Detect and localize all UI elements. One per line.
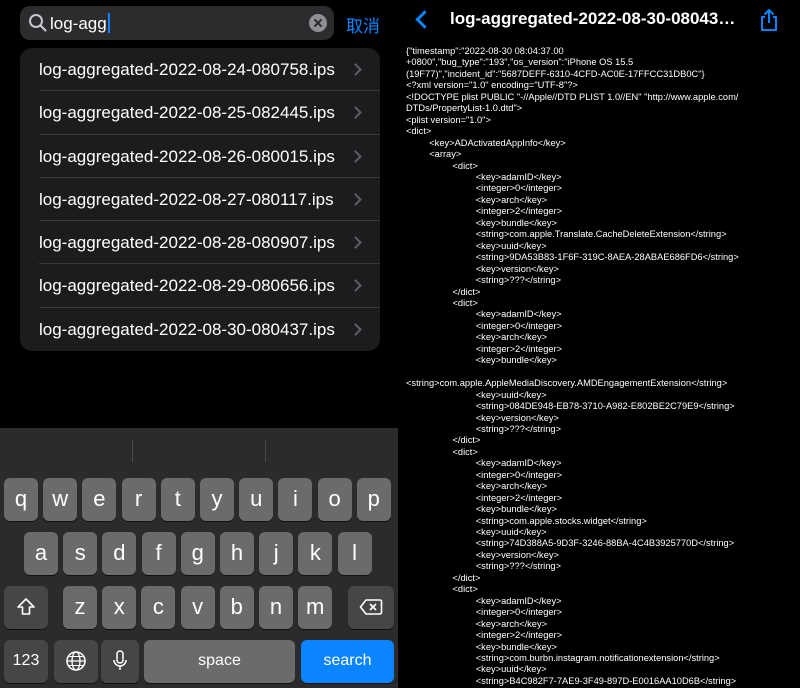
delete-backspace-icon bbox=[359, 599, 383, 615]
key-z[interactable]: z bbox=[63, 586, 97, 629]
list-item[interactable]: log-aggregated-2022-08-27-080117.ips bbox=[20, 178, 380, 222]
key-h[interactable]: h bbox=[220, 532, 254, 575]
key-n[interactable]: n bbox=[259, 586, 293, 629]
key-e[interactable]: e bbox=[82, 478, 117, 521]
key-p[interactable]: p bbox=[356, 478, 391, 521]
suggestion-divider bbox=[132, 440, 133, 462]
list-item[interactable]: log-aggregated-2022-08-24-080758.ips bbox=[20, 48, 380, 92]
chevron-right-icon bbox=[349, 193, 362, 206]
keyboard: q w e r t y u i o p a s d f g h j k l z x c v b n m 123 space search bbox=[0, 428, 398, 688]
chevron-right-icon bbox=[349, 63, 362, 76]
search-query: log-agg bbox=[50, 14, 107, 33]
key-t[interactable]: t bbox=[160, 478, 195, 521]
key-j[interactable]: j bbox=[259, 532, 294, 575]
key-c[interactable]: c bbox=[141, 586, 176, 629]
key-k[interactable]: k bbox=[298, 532, 333, 575]
key-v[interactable]: v bbox=[180, 586, 215, 629]
chevron-left-icon[interactable] bbox=[414, 11, 428, 25]
list-item-label: log-aggregated-2022-08-30-080437.ips bbox=[39, 319, 335, 339]
shift-key[interactable] bbox=[4, 586, 48, 629]
search-key[interactable]: search bbox=[301, 640, 394, 683]
key-q[interactable]: q bbox=[4, 478, 38, 521]
cancel-button[interactable]: 取消 bbox=[346, 12, 380, 37]
list-item[interactable]: log-aggregated-2022-08-28-080907.ips bbox=[20, 221, 380, 265]
dictation-key[interactable] bbox=[101, 640, 139, 683]
list-item-label: log-aggregated-2022-08-26-080015.ips bbox=[39, 146, 335, 166]
key-l[interactable]: l bbox=[337, 532, 372, 575]
list-item-label: log-aggregated-2022-08-24-080758.ips bbox=[39, 60, 335, 79]
search-field[interactable]: log-agg bbox=[20, 6, 334, 40]
chevron-right-icon bbox=[349, 236, 362, 250]
search-bar: log-agg 取消 bbox=[0, 0, 398, 46]
key-w[interactable]: w bbox=[43, 478, 78, 521]
key-s[interactable]: s bbox=[63, 532, 98, 575]
key-r[interactable]: r bbox=[121, 478, 156, 521]
key-d[interactable]: d bbox=[102, 532, 137, 575]
key-u[interactable]: u bbox=[239, 478, 274, 521]
suggestion-divider bbox=[265, 440, 266, 462]
list-item-label: log-aggregated-2022-08-25-082445.ips bbox=[39, 103, 335, 123]
chevron-right-icon bbox=[349, 322, 362, 336]
file-content: {"timestamp":"2022-08-30 08:04:37.00 +08… bbox=[406, 46, 739, 686]
list-item-label: log-aggregated-2022-08-28-080907.ips bbox=[39, 233, 335, 253]
key-b[interactable]: b bbox=[219, 586, 254, 629]
list-item[interactable]: log-aggregated-2022-08-25-082445.ips bbox=[20, 91, 380, 135]
shift-icon bbox=[17, 598, 35, 615]
list-item[interactable]: log-aggregated-2022-08-29-080656.ips bbox=[20, 264, 380, 308]
key-y[interactable]: y bbox=[200, 478, 234, 521]
microphone-icon bbox=[113, 650, 127, 670]
list-item[interactable]: log-aggregated-2022-08-26-080015.ips bbox=[20, 135, 380, 178]
clear-circle-icon[interactable] bbox=[309, 14, 327, 32]
numbers-key[interactable]: 123 bbox=[4, 640, 48, 683]
list-item-label: log-aggregated-2022-08-27-080117.ips bbox=[39, 189, 334, 209]
key-f[interactable]: f bbox=[141, 532, 176, 575]
key-g[interactable]: g bbox=[180, 532, 215, 575]
globe-icon bbox=[66, 651, 86, 671]
search-results-list: log-aggregated-2022-08-24-080758.ips log-… bbox=[20, 48, 380, 351]
key-a[interactable]: a bbox=[24, 532, 58, 575]
search-screen: log-agg 取消 log-aggregated-2022-08-24-080… bbox=[0, 0, 398, 688]
key-m[interactable]: m bbox=[298, 586, 333, 629]
magnifier-icon bbox=[29, 14, 47, 32]
list-item[interactable]: log-aggregated-2022-08-30-080437.ips bbox=[20, 308, 380, 351]
space-key[interactable]: space bbox=[144, 640, 295, 683]
chevron-right-icon bbox=[349, 149, 362, 163]
chevron-right-icon bbox=[349, 106, 362, 120]
chevron-right-icon bbox=[349, 279, 362, 293]
globe-key[interactable] bbox=[54, 640, 98, 683]
key-x[interactable]: x bbox=[102, 586, 137, 629]
delete-key[interactable] bbox=[348, 586, 394, 629]
list-item-label: log-aggregated-2022-08-29-080656.ips bbox=[39, 276, 335, 296]
key-o[interactable]: o bbox=[317, 478, 352, 521]
file-viewer: log-aggregated-2022-08-30-080437.ips {"t… bbox=[402, 0, 800, 688]
file-title: log-aggregated-2022-08-30-080437.ips bbox=[450, 9, 742, 28]
text-caret bbox=[107, 13, 110, 33]
share-icon[interactable] bbox=[758, 8, 780, 32]
key-i[interactable]: i bbox=[278, 478, 313, 521]
navigation-bar: log-aggregated-2022-08-30-080437.ips bbox=[402, 0, 800, 40]
search-input[interactable]: log-agg bbox=[50, 13, 110, 34]
screen: log-agg 取消 log-aggregated-2022-08-24-080… bbox=[0, 0, 800, 688]
